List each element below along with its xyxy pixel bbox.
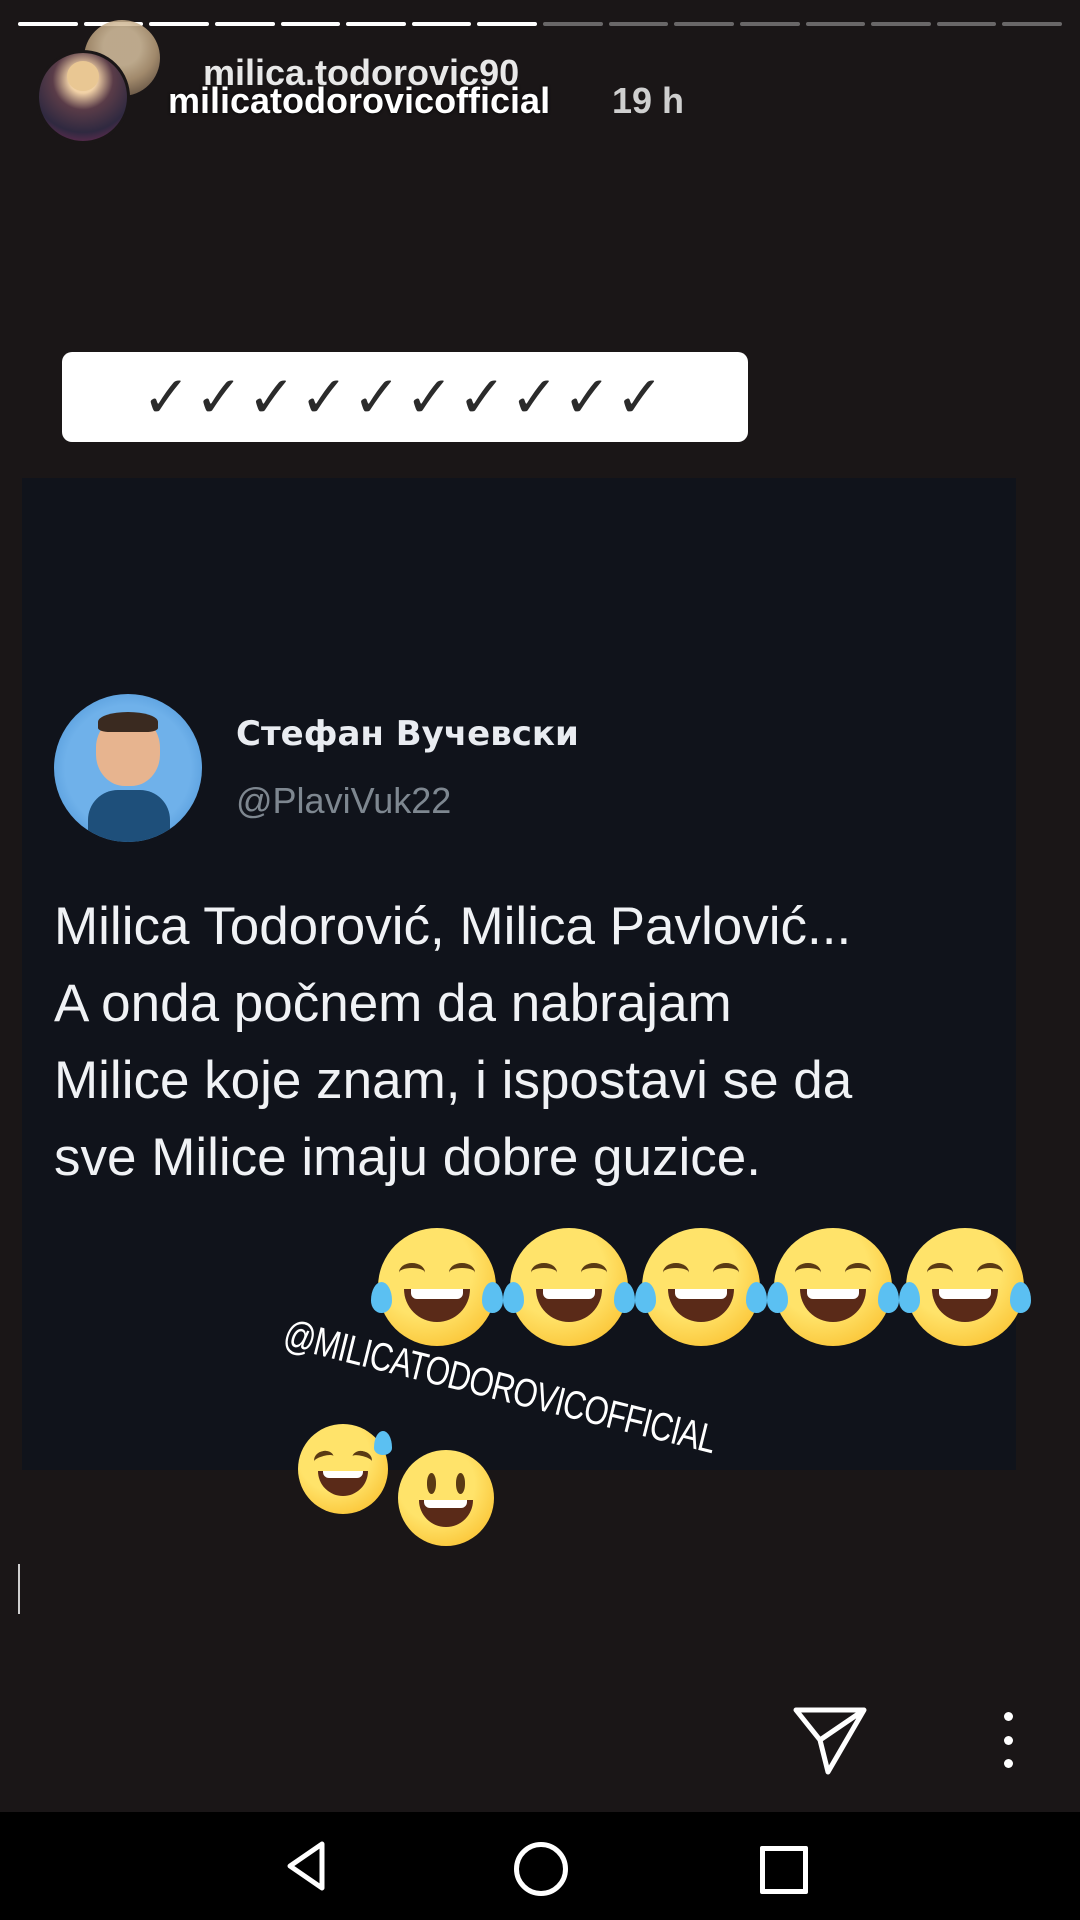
progress-segment xyxy=(18,22,78,26)
checkmarks-sticker: ✓✓✓✓✓✓✓✓✓✓ xyxy=(62,352,748,442)
more-dot xyxy=(1003,1735,1013,1745)
tears-of-joy-emoji-icon xyxy=(898,1228,1032,1346)
progress-segment xyxy=(149,22,209,26)
story-progress-bar xyxy=(18,22,1062,27)
progress-segment xyxy=(346,22,406,26)
progress-segment xyxy=(608,22,669,26)
home-icon[interactable] xyxy=(514,1842,568,1896)
more-dot xyxy=(1003,1759,1013,1768)
progress-segment xyxy=(477,22,537,26)
tweet-text: Milica Todorović, Milica Pavlović... A o… xyxy=(54,888,1004,1196)
grinning-sweat-emoji-icon xyxy=(298,1424,392,1514)
tweet-author-name: Стефан Вучевски xyxy=(236,714,579,754)
tweet-author-handle: @PlaviVuk22 xyxy=(236,780,452,821)
tears-of-joy-emoji-icon xyxy=(766,1228,900,1346)
story-timestamp: 19 h xyxy=(612,80,685,121)
progress-segment xyxy=(805,22,866,26)
avatar[interactable] xyxy=(36,50,130,144)
progress-segment xyxy=(739,22,800,26)
system-navigation-bar xyxy=(0,1812,1080,1920)
tweet-line: A onda počnem da nabrajam xyxy=(54,974,732,1033)
tweet-author-avatar xyxy=(54,694,202,842)
progress-segment xyxy=(674,22,734,26)
progress-segment xyxy=(280,22,341,26)
tweet-line: Milica Todorović, Milica Pavlović... xyxy=(54,897,852,956)
smiley-emoji-icon xyxy=(398,1450,494,1546)
progress-segment xyxy=(543,22,603,26)
progress-segment xyxy=(1002,22,1062,26)
tears-of-joy-emoji-icon xyxy=(634,1228,768,1346)
tweet-line: Milice koje znam, i ispostavi se da xyxy=(54,1051,853,1110)
send-button[interactable] xyxy=(790,1700,870,1780)
progress-segment xyxy=(411,22,472,26)
tears-of-joy-emoji-icon xyxy=(370,1228,504,1346)
tears-of-joy-emoji-icon xyxy=(502,1228,636,1346)
recent-apps-icon[interactable] xyxy=(760,1846,808,1894)
tweet-line: sve Milice imaju dobre guzice. xyxy=(54,1128,761,1187)
poster-avatar-group[interactable] xyxy=(36,20,166,150)
progress-segment xyxy=(871,22,931,26)
send-icon xyxy=(793,1707,867,1775)
back-icon[interactable] xyxy=(278,1836,338,1896)
poster-username[interactable]: milicatodorovicofficial xyxy=(168,80,550,122)
more-vertical-icon xyxy=(1003,1712,1013,1721)
progress-segment xyxy=(936,22,997,26)
more-options-button[interactable] xyxy=(990,1712,1026,1768)
progress-segment xyxy=(214,22,275,26)
text-cursor xyxy=(18,1564,20,1614)
